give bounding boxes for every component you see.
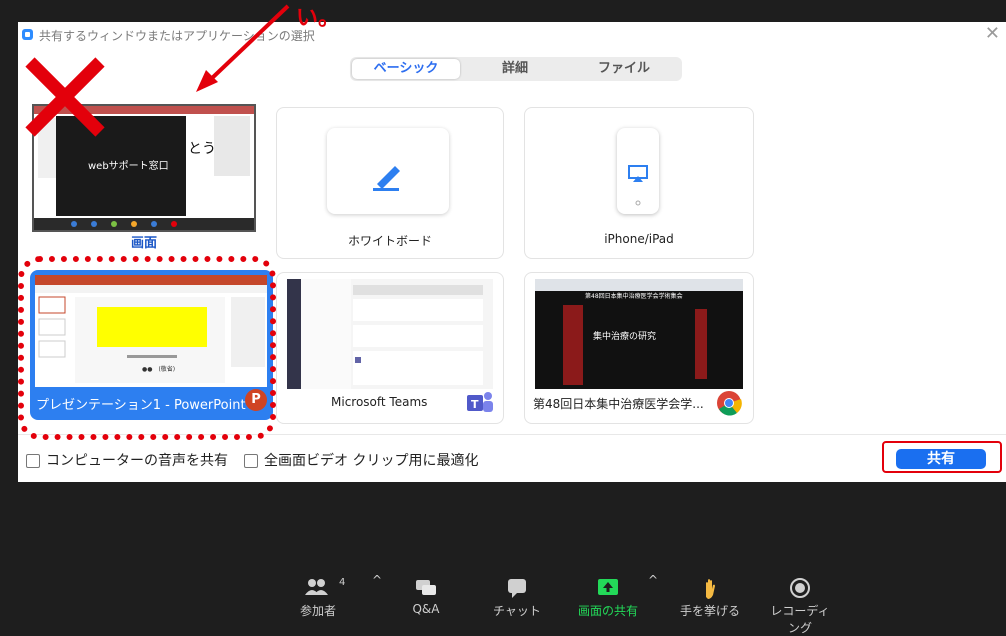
- annotation-dotted-highlight: [18, 256, 276, 440]
- raise-hand-label: 手を挙げる: [679, 604, 740, 618]
- qa-label: Q&A: [412, 602, 440, 616]
- annotation-text: い。: [296, 6, 341, 31]
- share-screen-icon: [598, 579, 618, 595]
- raise-hand-icon: [706, 579, 715, 599]
- record-icon: [790, 578, 810, 598]
- qa-icon: [416, 580, 436, 595]
- participants-label: 参加者: [299, 604, 336, 618]
- chat-label: チャット: [493, 604, 541, 618]
- meeting-toolbar: [0, 482, 1006, 619]
- annotation-share-highlight: [882, 441, 1002, 473]
- participants-count: 4: [339, 577, 346, 588]
- share-screen-label: 画面の共有: [577, 604, 638, 618]
- chat-icon: [508, 579, 526, 598]
- participants-caret-icon[interactable]: ^: [372, 573, 382, 587]
- share-caret-icon[interactable]: ^: [648, 573, 658, 587]
- participants-icon: [305, 579, 328, 595]
- record-label: レコーディング: [770, 604, 830, 635]
